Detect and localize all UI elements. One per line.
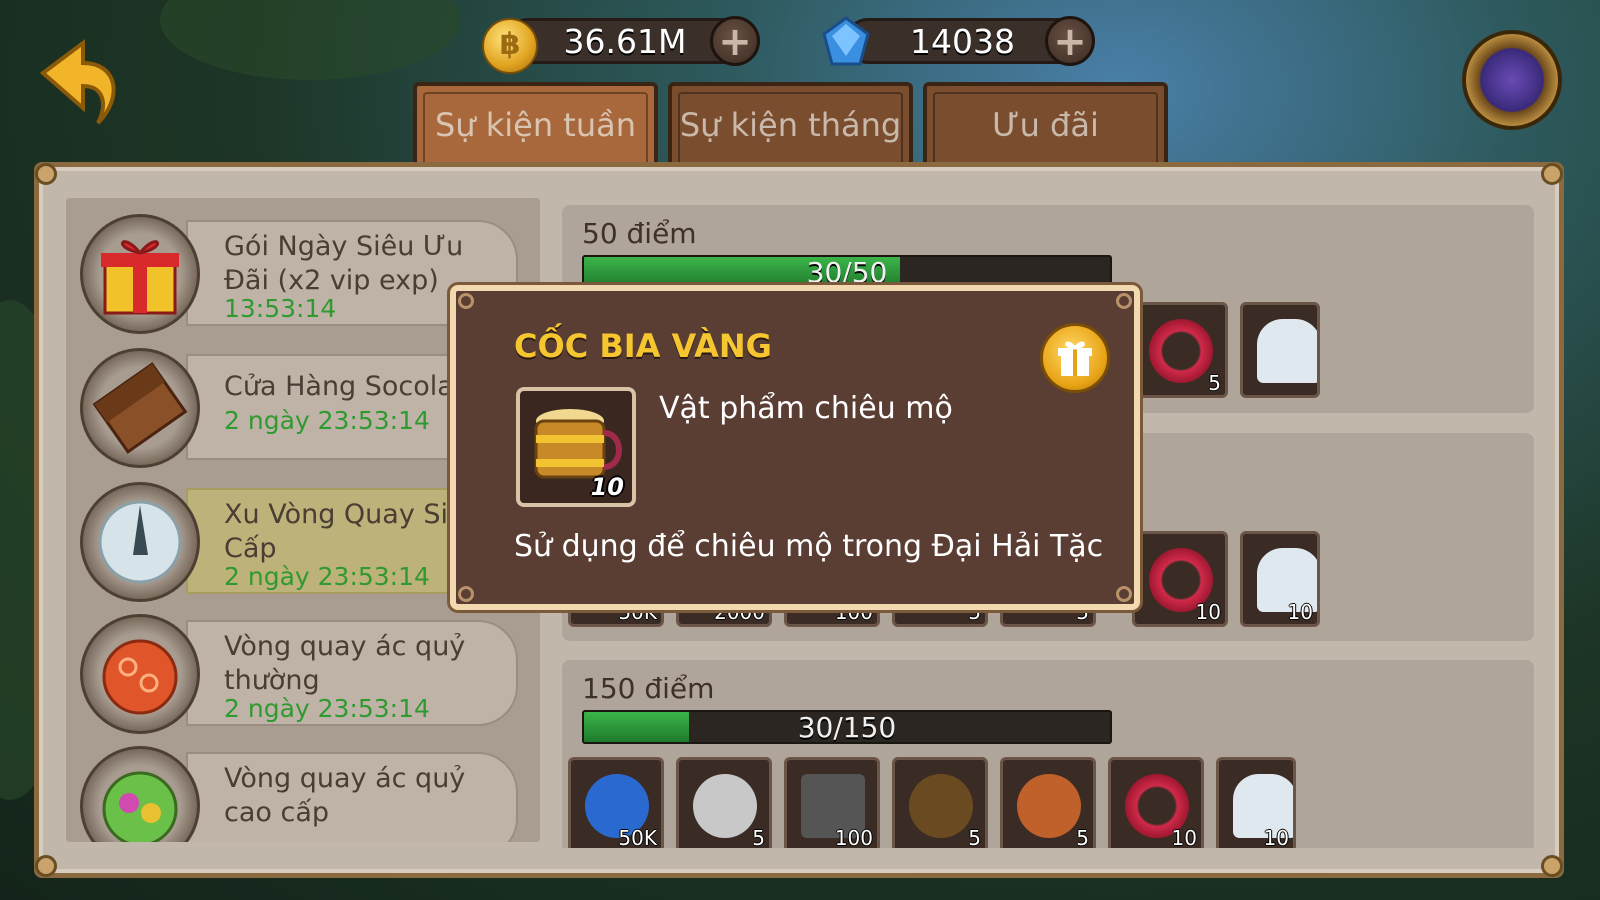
panel-corner	[1541, 855, 1563, 877]
progress-text: 30/150	[797, 711, 897, 744]
popup-corner	[458, 293, 474, 309]
gem-value: 14038	[910, 21, 1015, 61]
reward-slot[interactable]: 10	[1132, 531, 1228, 627]
progress-bar: 30/150	[582, 710, 1112, 744]
item-type: Vật phẩm chiêu mộ	[659, 391, 953, 426]
event-timer: 13:53:14	[224, 294, 337, 323]
reward-slot[interactable]: 10	[1216, 757, 1296, 848]
rainbow-devil-fruit-icon	[80, 746, 200, 842]
add-gold-button[interactable]: +	[710, 16, 760, 66]
event-title: Vòng quay ác quỷ cao cấp	[224, 763, 466, 828]
tab-monthly-events[interactable]: Sự kiện tháng	[668, 82, 913, 164]
reward-slot[interactable]: 5	[892, 757, 988, 848]
reward-slot[interactable]: 5	[676, 757, 772, 848]
cannon-icon	[909, 774, 973, 838]
gem-icon	[820, 16, 872, 68]
marine-cap-icon	[1257, 319, 1317, 383]
back-arrow-icon[interactable]	[38, 28, 128, 128]
reward-block-150: 150 điểm 30/150 50K 5 100 5 5 10 10	[562, 660, 1534, 848]
item-count: 10	[590, 473, 624, 501]
spin-coin-icon	[80, 482, 200, 602]
event-title: Vòng quay ác quỷ thường	[224, 631, 466, 696]
event-item-devil-wheel-normal[interactable]: Vòng quay ác quỷ thường 2 ngày 23:53:14	[76, 610, 526, 738]
add-gems-button[interactable]: +	[1045, 16, 1095, 66]
gold-coin-icon: ฿	[482, 18, 538, 74]
popup-corner	[1116, 293, 1132, 309]
gift-box-icon	[80, 214, 200, 334]
event-timer: 2 ngày 23:53:14	[224, 694, 430, 723]
silver-coin-icon	[693, 774, 757, 838]
event-timer: 2 ngày 23:53:14	[224, 562, 430, 591]
popup-corner	[458, 586, 474, 602]
reward-slot[interactable]: 10	[1240, 531, 1320, 627]
foliage-top	[160, 0, 460, 80]
reward-slot[interactable]: 5	[1000, 757, 1096, 848]
item-slot: 10	[516, 387, 636, 507]
item-description: Sử dụng để chiêu mộ trong Đại Hải Tặc	[514, 529, 1104, 564]
event-item-devil-wheel-premium[interactable]: Vòng quay ác quỷ cao cấp	[76, 742, 526, 842]
item-info-popup[interactable]: CỐC BIA VÀNG 10 Vật phẩm chiêu mộ Sử dụn…	[450, 285, 1140, 610]
event-timer: 2 ngày 23:53:14	[224, 406, 430, 435]
popup-corner	[1116, 586, 1132, 602]
reward-slot[interactable]: 100	[784, 757, 880, 848]
gift-icon[interactable]	[1040, 323, 1110, 393]
reward-slot[interactable]: 5	[1132, 302, 1228, 398]
panel-corner	[35, 163, 57, 185]
reward-slot[interactable]: 50K	[568, 757, 664, 848]
chocolate-icon	[80, 348, 200, 468]
reward-tier-title: 50 điểm	[582, 217, 697, 250]
bead-necklace-icon	[1149, 319, 1213, 383]
gold-value: 36.61M	[563, 21, 687, 61]
reward-slot[interactable]: 10	[1108, 757, 1204, 848]
reward-tier-title: 150 điểm	[582, 672, 715, 705]
devil-fruit-icon	[80, 614, 200, 734]
progress-bar: 30/50	[582, 255, 1112, 289]
panel-corner	[1541, 163, 1563, 185]
devil-fruit-menu-icon[interactable]	[1462, 30, 1562, 130]
reward-slot[interactable]	[1240, 302, 1320, 398]
tab-offers[interactable]: Ưu đãi	[923, 82, 1168, 164]
panel-corner	[35, 855, 57, 877]
tab-weekly-events[interactable]: Sự kiện tuần	[413, 82, 658, 164]
meat-icon	[1017, 774, 1081, 838]
popup-title: CỐC BIA VÀNG	[514, 327, 772, 365]
